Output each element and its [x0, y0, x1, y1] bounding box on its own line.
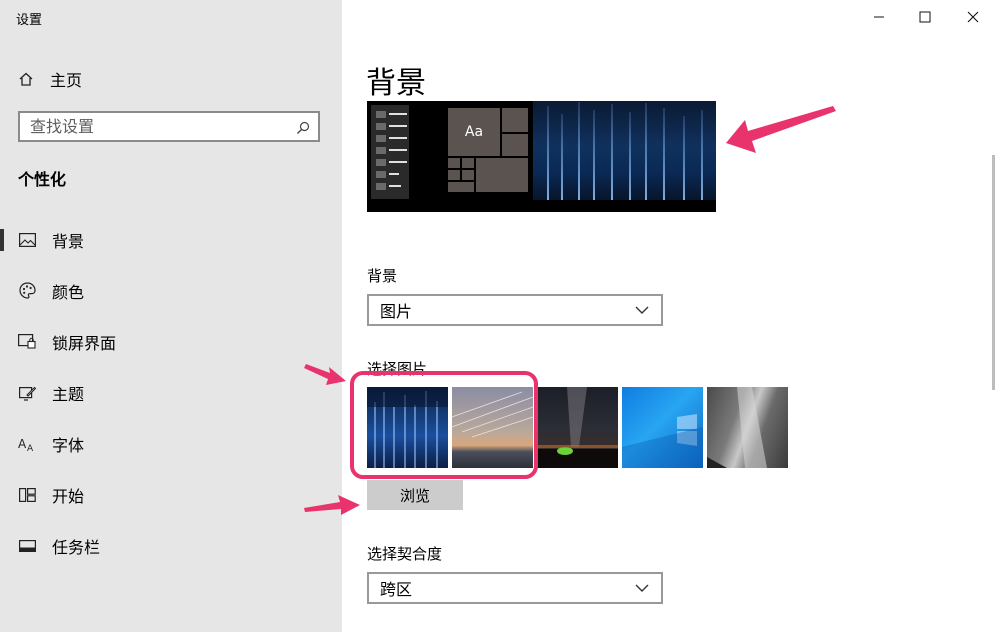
search-input[interactable]: [20, 113, 300, 140]
minimize-button[interactable]: [856, 0, 902, 34]
sidebar-item-label: 锁屏界面: [52, 333, 117, 353]
palette-icon: [18, 282, 36, 300]
preview-tile-text: Aa: [448, 108, 500, 156]
scrollbar-thumb[interactable]: [992, 155, 995, 390]
fit-value: 跨区: [380, 580, 413, 599]
preview-wallpaper: [533, 101, 716, 202]
sidebar-item-themes[interactable]: 主题: [0, 367, 342, 418]
choose-picture-label: 选择图片: [367, 360, 428, 378]
page-title: 背景: [366, 66, 426, 101]
background-type-dropdown[interactable]: 图片: [367, 294, 663, 326]
sidebar-item-label: 颜色: [52, 282, 85, 302]
search-box[interactable]: [18, 111, 320, 142]
main-content: 背景 Aa 背景 图片 选择图片 浏览 选择契合度 跨区: [342, 0, 1000, 632]
taskbar-icon: [18, 537, 36, 555]
home-icon: [18, 71, 34, 87]
sidebar-item-taskbar[interactable]: 任务栏: [0, 520, 342, 571]
background-type-value: 图片: [380, 302, 413, 321]
picture-thumbnail-star-trails[interactable]: [452, 387, 533, 468]
picture-thumbnail-windows[interactable]: [622, 387, 703, 468]
sidebar-item-label: 任务栏: [52, 537, 101, 557]
sidebar-item-label: 背景: [52, 231, 85, 251]
close-button[interactable]: [950, 0, 996, 34]
section-title: 个性化: [18, 170, 67, 189]
minimize-icon: [874, 16, 884, 18]
search-icon[interactable]: [296, 120, 310, 139]
picture-thumbnail-rock[interactable]: [707, 387, 788, 468]
picture-thumbnail-forest[interactable]: [367, 387, 448, 468]
sidebar-item-lock-screen[interactable]: 锁屏界面: [0, 316, 342, 367]
browse-button[interactable]: 浏览: [367, 480, 463, 510]
picture-thumbnail-milky-way[interactable]: [537, 387, 618, 468]
picture-icon: [18, 231, 36, 249]
rock-image: [707, 387, 767, 468]
maximize-button[interactable]: [902, 0, 948, 34]
sidebar-item-label: 主题: [52, 384, 85, 404]
font-icon: AA: [18, 435, 36, 453]
star-trails-image: [452, 391, 533, 438]
svg-text:A: A: [18, 437, 27, 451]
app-title: 设置: [16, 13, 43, 28]
nav-list: 背景 颜色 锁屏界面 主题 AA 字体 开始 任务栏: [0, 214, 342, 571]
sidebar-item-label: 开始: [52, 486, 85, 506]
lock-screen-icon: [18, 333, 36, 351]
sidebar-item-label: 字体: [52, 435, 85, 455]
maximize-icon: [919, 11, 931, 23]
home-label: 主页: [50, 71, 83, 90]
background-preview: Aa: [367, 101, 716, 212]
milky-way-image: [537, 387, 618, 468]
theme-icon: [18, 384, 36, 402]
chevron-down-icon: [635, 306, 649, 314]
close-icon: [967, 11, 979, 23]
fit-label: 选择契合度: [367, 545, 443, 563]
windows-logo-image: [622, 414, 703, 468]
svg-text:A: A: [27, 444, 34, 452]
preview-start-menu: [371, 105, 409, 199]
home-nav-item[interactable]: 主页: [18, 66, 82, 92]
start-icon: [18, 486, 36, 504]
sidebar: 设置 主页 个性化 背景 颜色 锁屏界面: [0, 0, 342, 632]
preview-taskbar: [367, 200, 716, 212]
sidebar-item-colors[interactable]: 颜色: [0, 265, 342, 316]
fit-dropdown[interactable]: 跨区: [367, 572, 663, 604]
background-type-label: 背景: [367, 267, 398, 285]
sidebar-item-background[interactable]: 背景: [0, 214, 342, 265]
chevron-down-icon: [635, 584, 649, 592]
sidebar-item-fonts[interactable]: AA 字体: [0, 418, 342, 469]
forest-image: [367, 387, 448, 468]
sidebar-item-start[interactable]: 开始: [0, 469, 342, 520]
